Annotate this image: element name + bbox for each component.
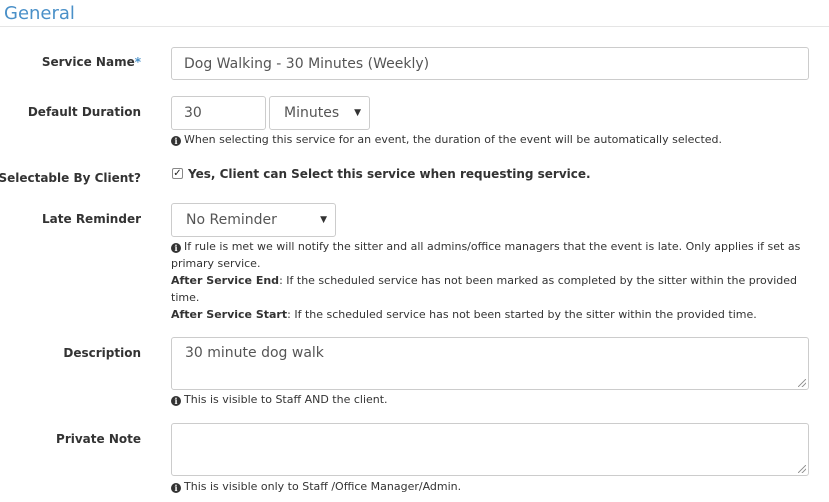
- resize-grip-icon[interactable]: [798, 379, 806, 387]
- info-icon: i: [171, 396, 181, 406]
- section-divider: [0, 26, 829, 27]
- late-reminder-label: Late Reminder: [42, 212, 141, 226]
- info-icon: i: [171, 483, 181, 493]
- late-reminder-select[interactable]: No Reminder ▼: [171, 203, 336, 237]
- private-note-help: i This is visible only to Staff /Office M…: [171, 478, 821, 495]
- caret-down-icon: ▼: [354, 108, 361, 118]
- late-reminder-help: i If rule is met we will notify the sitte…: [171, 238, 823, 323]
- late-reminder-help-line: i If rule is met we will notify the sitte…: [171, 240, 801, 270]
- description-value: 30 minute dog walk: [185, 345, 324, 361]
- service-name-label: Service Name*: [41, 55, 141, 69]
- required-marker: *: [134, 55, 141, 69]
- selectable-by-client-checkbox-label[interactable]: Yes, Client can Select this service when…: [188, 167, 591, 181]
- late-reminder-value: No Reminder: [186, 212, 277, 228]
- duration-value: 30: [184, 105, 202, 121]
- duration-unit-value: Minutes: [284, 105, 340, 121]
- info-icon: i: [171, 136, 181, 146]
- duration-input[interactable]: 30: [171, 96, 266, 130]
- after-service-end-help: After Service End: If the scheduled serv…: [171, 274, 798, 304]
- private-note-textarea[interactable]: [171, 423, 809, 476]
- description-textarea[interactable]: 30 minute dog walk: [171, 337, 809, 390]
- duration-help: i When selecting this service for an even…: [171, 131, 821, 148]
- service-name-value: Dog Walking - 30 Minutes (Weekly): [184, 55, 430, 72]
- info-icon: i: [171, 243, 181, 253]
- selectable-by-client-label: Selectable By Client?: [0, 171, 141, 185]
- private-note-label: Private Note: [56, 432, 141, 446]
- selectable-by-client-checkbox[interactable]: ✓: [172, 168, 183, 179]
- caret-down-icon: ▼: [320, 215, 327, 225]
- default-duration-label: Default Duration: [27, 105, 141, 119]
- resize-grip-icon[interactable]: [798, 465, 806, 473]
- description-help: i This is visible to Staff AND the client…: [171, 391, 821, 408]
- description-label: Description: [63, 346, 141, 360]
- duration-unit-select[interactable]: Minutes ▼: [269, 96, 370, 130]
- service-name-input[interactable]: Dog Walking - 30 Minutes (Weekly): [171, 47, 809, 80]
- section-title: General: [4, 3, 75, 24]
- after-service-start-help: After Service Start: If the scheduled se…: [171, 308, 757, 321]
